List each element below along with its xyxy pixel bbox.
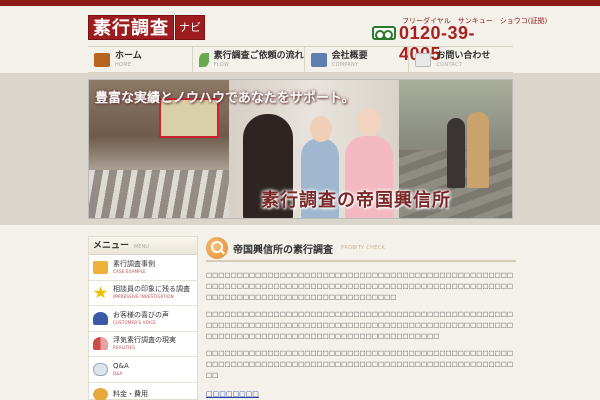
nav-label: 素行調査ご依頼の流れ xyxy=(213,50,304,61)
sidebar-item-qa[interactable]: Q&A Q&A xyxy=(89,357,197,383)
nav-item-company[interactable]: 会社概要 COMPANY xyxy=(305,47,410,72)
section-title-en: PROBITY CHECK xyxy=(341,245,386,251)
site-header: 素行調査 ナビ フリーダイヤル サンキュー ショウコ(証拠) 0120-39-4… xyxy=(0,6,600,64)
sidebar-item-en: IMPRESSIVE INVESTIGATION xyxy=(113,294,174,300)
hero-tagline: 豊富な実績とノウハウであなたをサポート。 xyxy=(95,91,355,106)
section-title: 帝国興信所の素行調査 xyxy=(233,244,333,256)
main-nav: ホーム HOME 素行調査ご依頼の流れ FLOW 会社概要 COMPANY お問い合わ… xyxy=(88,46,513,73)
body-paragraph: □□□□□□□□□□□□□□□□□□□□□□□□□□□□□□□□□□□□□□□□… xyxy=(206,271,514,301)
sidebar-item-label: 料金・費用 xyxy=(113,390,148,399)
nav-label: ホーム xyxy=(115,50,142,61)
sidebar-title-en: MENU xyxy=(134,244,149,250)
nav-label: お問い合わせ xyxy=(436,50,491,61)
mail-icon xyxy=(415,52,432,67)
sidebar-menu: メニュー MENU 素行調査事例 CASE EXAMPLE 相談員の印象に残る調査… xyxy=(88,236,198,400)
leaf-icon xyxy=(198,52,209,67)
sidebar-header: メニュー MENU xyxy=(89,237,197,255)
nav-item-flow[interactable]: 素行調査ご依頼の流れ FLOW xyxy=(193,47,305,72)
sidebar-item-label: 浮気素行調査の現実 xyxy=(113,336,176,345)
nav-label: 会社概要 xyxy=(331,50,368,61)
sidebar-item-label: 素行調査事例 xyxy=(113,259,155,268)
sidebar-title: メニュー xyxy=(93,241,130,251)
sidebar-item-en: Q&A xyxy=(113,370,123,376)
sidebar-item-label: Q&A xyxy=(113,361,129,370)
couple-figure-2 xyxy=(467,112,489,188)
star-icon xyxy=(93,286,108,299)
logo-sub: ナビ xyxy=(175,15,205,40)
hero-title: 素行調査の帝国興信所 xyxy=(261,190,451,211)
site-logo[interactable]: 素行調査 ナビ xyxy=(88,14,205,41)
sidebar-item-en: CUSTOMER'S VOICE xyxy=(113,319,157,325)
main-content: 帝国興信所の素行調査 PROBITY CHECK □□□□□□□□□□□□□□□… xyxy=(206,236,516,400)
person-icon xyxy=(93,311,108,325)
crosswalk xyxy=(89,170,229,218)
nav-item-home[interactable]: ホーム HOME xyxy=(88,47,193,72)
nav-label-en: FLOW xyxy=(213,61,230,68)
free-dial-icon xyxy=(372,26,396,40)
coin-icon xyxy=(93,388,108,400)
more-link[interactable]: □□□□□□□□ xyxy=(206,390,259,398)
nav-label-en: COMPANY xyxy=(331,61,359,68)
couple-icon xyxy=(93,337,108,351)
section-heading: 帝国興信所の素行調査 PROBITY CHECK xyxy=(206,236,516,262)
magnifier-icon xyxy=(206,237,228,259)
chat-icon xyxy=(93,362,108,376)
sidebar-item-label: お客様の喜びの声 xyxy=(113,310,169,319)
folder-icon xyxy=(93,260,108,274)
sidebar-item-case-example[interactable]: 素行調査事例 CASE EXAMPLE xyxy=(89,255,197,281)
sidebar-item-en: REALITIES xyxy=(113,345,135,351)
home-icon xyxy=(94,52,110,67)
book-icon xyxy=(310,52,327,67)
nav-item-contact[interactable]: お問い合わせ CONTACT xyxy=(409,47,513,72)
phone-contact[interactable]: フリーダイヤル サンキュー ショウコ(証拠) 0120-39-4005 xyxy=(372,14,547,64)
logo-text: 素行調査 xyxy=(88,15,174,40)
body-paragraph: □□□□□□□□□□□□□□□□□□□□□□□□□□□□□□□□□□□□□□□□… xyxy=(206,310,514,340)
hero-banner: 豊富な実績とノウハウであなたをサポート。 素行調査の帝国興信所 xyxy=(88,79,513,219)
sidebar-item-fees[interactable]: 料金・費用 xyxy=(89,383,197,400)
sidebar-item-realities[interactable]: 浮気素行調査の現実 REALITIES xyxy=(89,332,197,357)
sidebar-item-label: 相談員の印象に残る調査 xyxy=(113,285,190,294)
nav-label-en: HOME xyxy=(115,61,132,68)
sidebar-item-customers-voice[interactable]: お客様の喜びの声 CUSTOMER'S VOICE xyxy=(89,306,197,332)
sidebar-item-impressive[interactable]: 相談員の印象に残る調査 IMPRESSIVE INVESTIGATION xyxy=(89,281,197,306)
sidebar-item-en: CASE EXAMPLE xyxy=(113,268,146,274)
couple-figure-1 xyxy=(447,118,465,188)
body-paragraph: □□□□□□□□□□□□□□□□□□□□□□□□□□□□□□□□□□□□□□□□… xyxy=(206,349,514,379)
nav-label-en: CONTACT xyxy=(436,61,463,68)
